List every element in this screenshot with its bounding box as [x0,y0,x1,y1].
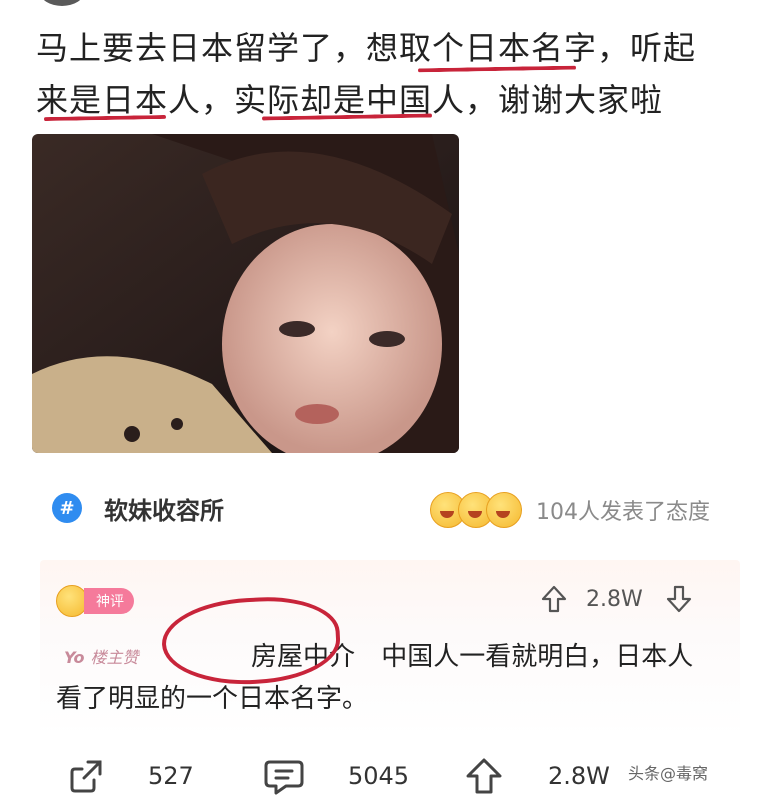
post-text-line-1: 马上要去日本留学了，想取个日本名字，听起 [36,29,697,67]
share-button[interactable]: 527 [66,756,194,796]
top-comment-badge: 神评 [56,585,134,617]
upvote-icon[interactable] [540,584,568,614]
comment-vote: 2.8W [540,584,693,614]
like-button[interactable]: 2.8W [462,756,610,796]
comment-text: 房屋中介 中国人一看就明白，日本人 看了明显的一个日本名字。 [56,636,716,720]
comment-icon [264,760,304,795]
comment-line-2: 看了明显的一个日本名字。 [56,684,369,714]
badge-label: 神评 [84,588,134,614]
comment-line-1: 中国人一看就明白，日本人 [381,642,694,672]
hashtag-icon: # [52,493,82,523]
share-icon [70,760,102,793]
upvote-icon [466,758,502,794]
post-photo[interactable] [32,134,459,453]
comment-count: 5045 [348,762,410,790]
like-count: 2.8W [548,762,610,790]
downvote-icon[interactable] [665,584,693,614]
avatar[interactable] [40,0,84,6]
topic-row[interactable]: # 软妹收容所 [52,488,224,528]
post-text: 马上要去日本留学了，想取个日本名字，听起 来是日本人，实际却是中国人，谢谢大家啦 [36,22,736,126]
watermark: 头条@毒窝 [628,764,709,783]
photo-image [32,134,459,453]
topic-name[interactable]: 软妹收容所 [104,491,224,526]
reactions-summary[interactable]: 104人发表了态度 [430,490,710,530]
laugh-emoji-icon [486,492,522,528]
share-count: 527 [148,762,194,790]
comment-upvote-count: 2.8W [586,586,643,612]
reaction-count: 104人发表了态度 [536,500,710,525]
comment-button[interactable]: 5045 [262,756,409,796]
